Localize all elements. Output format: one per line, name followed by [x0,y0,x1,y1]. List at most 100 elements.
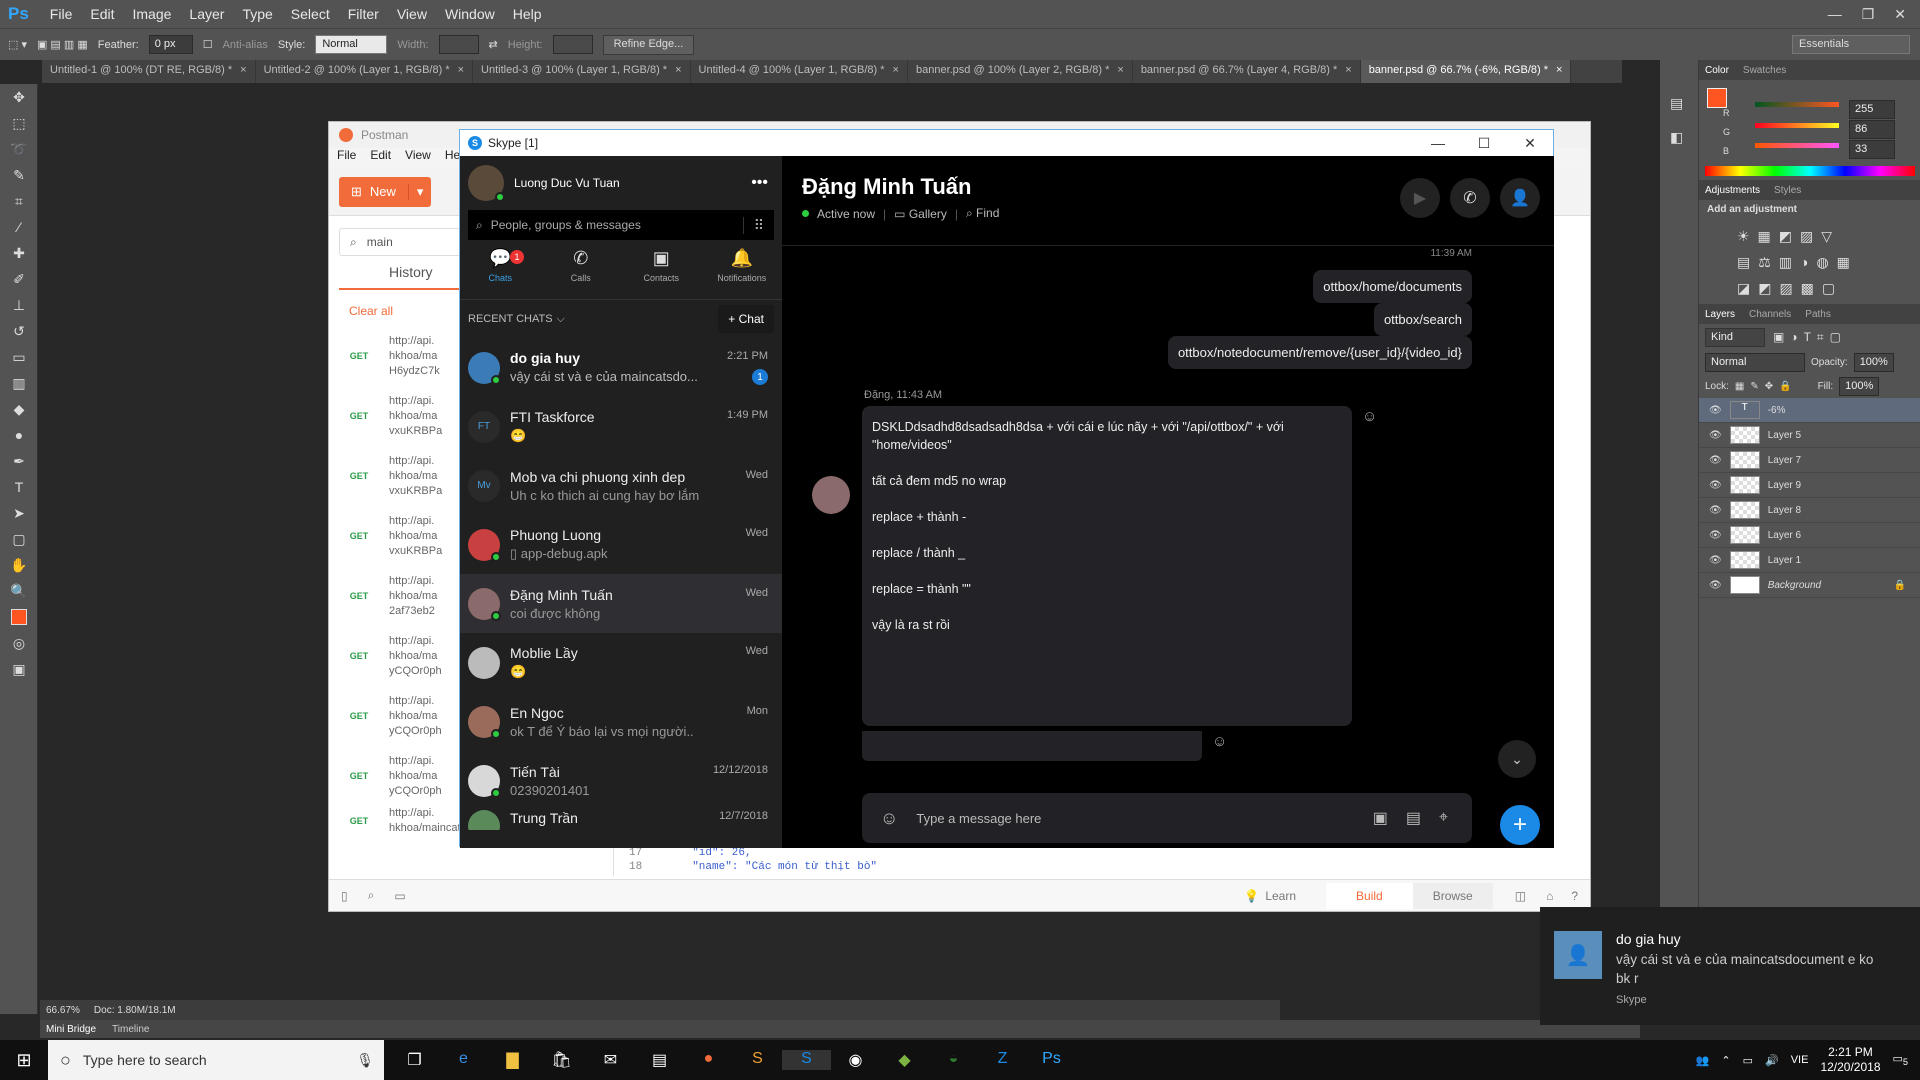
taskbar-search[interactable]: ○ Type here to search 🎙 [48,1040,384,1080]
menu-type[interactable]: Type [233,6,281,22]
scroll-down-button[interactable]: ⌄ [1498,740,1536,778]
action-center-icon[interactable]: ▭5 [1893,1052,1909,1067]
start-button[interactable]: ⊞ [0,1050,48,1071]
shape-tool-icon[interactable]: ▢ [0,526,38,552]
more-options-icon[interactable]: ••• [751,174,768,192]
layer-row[interactable]: 👁 Layer 8 [1699,498,1920,523]
filter-icons[interactable]: ▣◑T⌗▢ [1773,330,1847,345]
clock[interactable]: 2:21 PM 12/20/2018 [1820,1045,1880,1075]
layer-row[interactable]: 👁 Background 🔒 [1699,573,1920,598]
chat-item[interactable]: do gia huy 2:21 PM vậy cái st và e của mai… [460,338,782,397]
eye-icon[interactable]: 👁 [1709,530,1722,541]
history-brush-icon[interactable]: ↺ [0,318,38,344]
height-input[interactable] [552,35,593,54]
file-explorer-icon[interactable]: ▇ [488,1050,537,1070]
chat-item-selected[interactable]: Đặng Minh Tuấn Wed coi được không [460,574,782,633]
store-icon[interactable]: 🛍 [537,1050,586,1070]
minimize-button[interactable]: — [1415,135,1461,152]
close-button[interactable]: ✕ [1894,6,1906,23]
close-button[interactable]: ✕ [1507,135,1553,152]
brush-tool-icon[interactable]: ✐ [0,266,38,292]
tab-styles[interactable]: Styles [1774,185,1801,196]
maps-icon[interactable]: ◒ [929,1050,978,1070]
skype-taskbar-icon[interactable]: S [782,1050,831,1070]
close-icon[interactable]: × [1345,64,1351,79]
tab-adjustments[interactable]: Adjustments [1705,185,1760,196]
hand-tool-icon[interactable]: ✋ [0,552,38,578]
eye-icon[interactable]: 👁 [1709,555,1722,566]
language-indicator[interactable]: VIE [1791,1054,1809,1066]
menu-filter[interactable]: Filter [339,6,388,22]
layer-row[interactable]: 👁 T -6% [1699,398,1920,423]
eye-icon[interactable]: 👁 [1709,480,1722,491]
b-value[interactable]: 33 [1849,140,1895,159]
feather-input[interactable]: 0 px [148,35,193,54]
learn-link[interactable]: Learn [1265,889,1296,903]
chat-item[interactable]: En Ngoc Mon ok T để Ý báo lại vs mọi người… [460,692,782,751]
minimize-button[interactable]: — [1828,6,1842,23]
zoom-tool-icon[interactable]: 🔍 [0,578,38,604]
menu-edit[interactable]: Edit [370,148,391,168]
r-slider[interactable] [1755,102,1839,107]
tab-paths[interactable]: Paths [1805,309,1831,320]
audio-call-icon[interactable]: ✆ [1450,178,1490,218]
chat-item[interactable]: Tiến Tài 12/12/2018 02390201401 [460,751,782,810]
b-slider[interactable] [1755,143,1839,148]
menu-image[interactable]: Image [123,6,180,22]
chevron-up-icon[interactable]: ⌃ [1721,1054,1730,1067]
zalo-icon[interactable]: Z [978,1050,1027,1070]
r-value[interactable]: 255 [1849,100,1895,119]
volume-icon[interactable]: 🔊 [1765,1054,1779,1067]
width-input[interactable] [438,35,479,54]
tab-swatches[interactable]: Swatches [1743,65,1786,76]
layer-row[interactable]: 👁 Layer 7 [1699,448,1920,473]
emoji-icon[interactable]: ☺ [880,808,898,829]
doc-tab[interactable]: Untitled-1 @ 100% (DT RE, RGB/8) * × [42,60,256,83]
foreground-color-swatch[interactable] [0,604,38,630]
blur-tool-icon[interactable]: ◆ [0,396,38,422]
find-icon[interactable]: ⌕ [368,888,375,903]
selection-mode-icons[interactable]: ▣ ▤ ▥ ▦ [37,38,88,51]
doc-tab[interactable]: Untitled-2 @ 100% (Layer 1, RGB/8) * × [256,60,474,83]
people-search-input[interactable]: ⌕ People, groups & messages ⠿ [468,210,774,240]
eye-icon[interactable]: 👁 [1709,505,1722,516]
tab-notifications[interactable]: 🔔 Notifications [702,248,783,299]
reaction-icon[interactable]: ☺ [1212,733,1227,750]
restore-button[interactable]: ❐ [1862,6,1875,23]
menu-help[interactable]: Help [504,6,551,22]
menu-window[interactable]: Window [436,6,504,22]
close-icon[interactable]: × [458,64,464,79]
menu-file[interactable]: File [337,148,356,168]
panel-dock-icons[interactable]: ▤ ◧ [1660,60,1698,180]
edge-icon[interactable]: e [439,1050,488,1070]
chat-item[interactable]: Phuong Luong Wed ▯ app-debug.apk [460,515,782,574]
gradient-tool-icon[interactable]: ▥ [0,370,38,396]
video-call-icon[interactable]: ▶ [1400,178,1440,218]
sent-message[interactable]: ottbox/notedocument/remove/{user_id}/{vi… [1167,336,1472,369]
tab-calls[interactable]: ✆ Calls [541,248,622,299]
people-icon[interactable]: 👥 [1696,1054,1710,1067]
stamp-tool-icon[interactable]: ⊥ [0,292,38,318]
pen-tool-icon[interactable]: ✒ [0,448,38,474]
doc-tab[interactable]: banner.psd @ 100% (Layer 2, RGB/8) * × [908,60,1133,83]
photoshop-taskbar-icon[interactable]: Ps [1027,1050,1076,1070]
add-content-button[interactable]: + [1500,805,1540,845]
dialpad-icon[interactable]: ⠿ [742,216,764,234]
eye-icon[interactable]: 👁 [1709,455,1722,466]
tab-layers[interactable]: Layers [1705,309,1735,320]
profile-name[interactable]: Luong Duc Vu Tuan [514,176,620,190]
eraser-tool-icon[interactable]: ▭ [0,344,38,370]
received-message[interactable]: DSKLDdsadhd8dsadsadh8dsa + với cái e lúc… [862,406,1352,726]
console-icon[interactable]: ▭ [394,889,405,903]
close-icon[interactable]: × [893,64,899,79]
tab-mini-bridge[interactable]: Mini Bridge [46,1024,96,1035]
g-value[interactable]: 86 [1849,120,1895,139]
build-tab[interactable]: Build [1326,882,1413,909]
profile-avatar[interactable] [468,165,505,202]
task-view-icon[interactable]: ❐ [390,1050,439,1070]
eyedropper-icon[interactable]: ⁄ [0,214,38,240]
layer-row[interactable]: 👁 Layer 5 [1699,423,1920,448]
type-tool-icon[interactable]: T [0,474,38,500]
move-tool-icon[interactable]: ✥ [0,84,38,110]
sent-message[interactable]: ottbox/home/documents [1313,270,1472,303]
